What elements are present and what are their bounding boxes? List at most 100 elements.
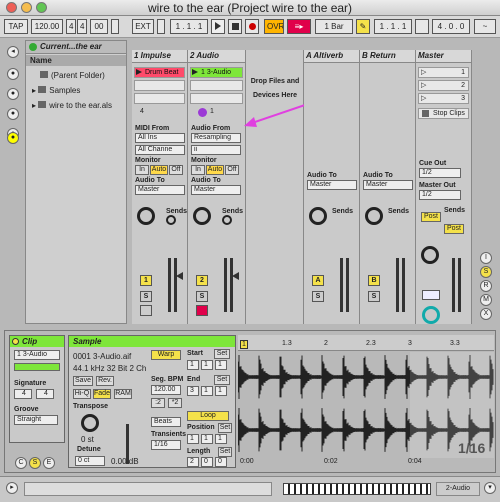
fade-button[interactable]: Fade (93, 389, 111, 399)
crossfader-toggle-icon[interactable]: X (480, 308, 492, 320)
post-button-b[interactable]: Post (444, 224, 464, 234)
monitor-off-button[interactable]: Off (169, 165, 183, 175)
clip-sig-numerator[interactable]: 4 (14, 389, 32, 399)
device-browser-icon[interactable]: ● (7, 68, 19, 80)
ram-button[interactable]: RAM (114, 389, 132, 399)
crossfader[interactable] (422, 290, 440, 300)
quantize-toggle[interactable]: ≡▸ (287, 19, 311, 34)
solo-button[interactable]: S (368, 291, 380, 302)
length-bar[interactable]: 2 (187, 457, 199, 467)
grid-zoom[interactable]: 1/16 (458, 440, 485, 456)
volume-fader[interactable] (232, 272, 239, 280)
end-sixteenth[interactable]: 1 (215, 386, 227, 396)
mixer-toggle-icon[interactable]: M (480, 294, 492, 306)
monitor-in-button[interactable]: In (191, 165, 205, 175)
file-browser-1-icon[interactable]: ● (7, 108, 19, 120)
position-beat[interactable]: 1 (201, 434, 213, 444)
output-menu[interactable]: Master (307, 180, 357, 190)
length-sixteenth[interactable]: 0 (215, 457, 227, 467)
info-toggle-icon[interactable]: ▸ (6, 482, 18, 494)
play-button[interactable] (211, 19, 225, 34)
warp-button[interactable]: Warp (151, 350, 181, 360)
scene-3[interactable]: ▷ 3 (418, 93, 469, 104)
tempo-field[interactable]: 120.00 (31, 19, 63, 34)
send-a-knob[interactable] (137, 207, 155, 225)
volume-fader[interactable] (176, 272, 183, 280)
master-pan-knob[interactable] (422, 306, 440, 324)
position-sixteenth[interactable]: 1 (215, 434, 227, 444)
input-type-menu[interactable]: Resampling (191, 133, 241, 143)
loop-length-position[interactable]: 4 . 0 . 0 (432, 19, 470, 34)
returns-toggle-icon[interactable]: R (480, 280, 492, 292)
output-menu[interactable]: Master (135, 185, 185, 195)
track-activator-button[interactable]: 2 (196, 275, 208, 286)
signature-denominator[interactable]: 4 (77, 19, 87, 34)
waveform-ruler[interactable]: 1 1.3 2 2.3 3 3.3 (238, 335, 494, 351)
clip-box-toggle-icon[interactable]: C (15, 457, 27, 469)
scene-2[interactable]: ▷ 2 (418, 80, 469, 91)
clip-sig-denominator[interactable]: 4 (36, 389, 54, 399)
plugin-browser-icon[interactable]: ● (7, 88, 19, 100)
clip-slot-1[interactable]: 1 3-Audio (190, 67, 243, 78)
monitor-auto-button[interactable]: Auto (206, 165, 224, 175)
clip-slot-2[interactable] (134, 80, 185, 91)
envelope-box-toggle-icon[interactable]: E (43, 457, 55, 469)
track-activator-button[interactable]: A (312, 275, 324, 286)
arrangement-position[interactable]: 1 . 1 . 1 (170, 19, 208, 34)
track-title[interactable]: B Return (360, 50, 415, 63)
end-beat[interactable]: 1 (201, 386, 213, 396)
length-set-button[interactable]: Set (218, 447, 232, 457)
clip-slot-3[interactable] (134, 93, 185, 104)
reverse-button[interactable]: Rev. (96, 376, 114, 386)
detail-view-toggle-icon[interactable]: ▾ (484, 482, 496, 494)
collapse-browser-icon[interactable]: ◂ (7, 46, 19, 58)
clip-name-field[interactable]: 1 3-Audio (14, 350, 60, 360)
overview-toggle[interactable]: ~ (474, 19, 496, 34)
track-title[interactable]: 1 Impulse (132, 50, 187, 63)
input-channel-menu[interactable]: All Channe (135, 145, 185, 155)
scene-1[interactable]: ▷ 1 (418, 67, 469, 78)
input-type-menu[interactable]: All Ins (135, 133, 185, 143)
browser-location[interactable]: Current...the ear (26, 41, 126, 54)
waveform-display[interactable]: 0:00 0:02 0:04 1/16 (238, 352, 494, 469)
post-button-a[interactable]: Post (421, 212, 441, 222)
length-beat[interactable]: 0 (201, 457, 213, 467)
record-button[interactable] (245, 19, 259, 34)
clip-slot-1[interactable]: Drum Beat (134, 67, 185, 78)
groove-menu[interactable]: Straight (14, 415, 58, 425)
file-browser-3-icon[interactable]: ● (7, 132, 19, 144)
start-sixteenth[interactable]: 1 (215, 360, 227, 370)
cue-out-menu[interactable]: 1/2 (419, 168, 461, 178)
overdub-button[interactable]: OVR (264, 19, 284, 34)
clip-color[interactable] (14, 363, 60, 371)
transpose-knob[interactable] (81, 414, 99, 432)
start-beat[interactable]: 1 (201, 360, 213, 370)
punch-in-position[interactable]: 1 . 1 . 1 (374, 19, 412, 34)
signature-numerator[interactable]: 4 (66, 19, 76, 34)
solo-button[interactable]: S (140, 291, 152, 302)
loop-button[interactable]: Loop (187, 411, 229, 421)
draw-mode-button[interactable]: ✎ (356, 19, 370, 34)
io-toggle-icon[interactable]: I (480, 252, 492, 264)
track-title[interactable]: 2 Audio (188, 50, 245, 63)
send-a-knob[interactable] (309, 207, 327, 225)
transients-menu[interactable]: 1/16 (151, 440, 181, 450)
position-bar[interactable]: 1 (187, 434, 199, 444)
send-a-knob[interactable] (193, 207, 211, 225)
monitor-in-button[interactable]: In (135, 165, 149, 175)
monitor-off-button[interactable]: Off (225, 165, 239, 175)
track-title[interactable]: Master (416, 50, 471, 63)
double-tempo-button[interactable]: *2 (168, 398, 182, 408)
send-a-knob[interactable] (365, 207, 383, 225)
warp-mode-menu[interactable]: Beats (151, 417, 181, 427)
start-bar[interactable]: 1 (187, 360, 199, 370)
input-channel-menu[interactable]: ii (191, 145, 241, 155)
half-tempo-button[interactable]: :2 (151, 398, 165, 408)
sample-box-toggle-icon[interactable]: S (29, 457, 41, 469)
master-out-menu[interactable]: 1/2 (419, 190, 461, 200)
seg-bpm-field[interactable]: 120.00 (151, 385, 181, 395)
track-activator-button[interactable]: B (368, 275, 380, 286)
close-window-button[interactable] (6, 2, 17, 13)
stop-clips-button[interactable]: Stop Clips (418, 108, 469, 119)
browser-item-set[interactable]: ▸ wire to the ear.als (32, 101, 112, 110)
